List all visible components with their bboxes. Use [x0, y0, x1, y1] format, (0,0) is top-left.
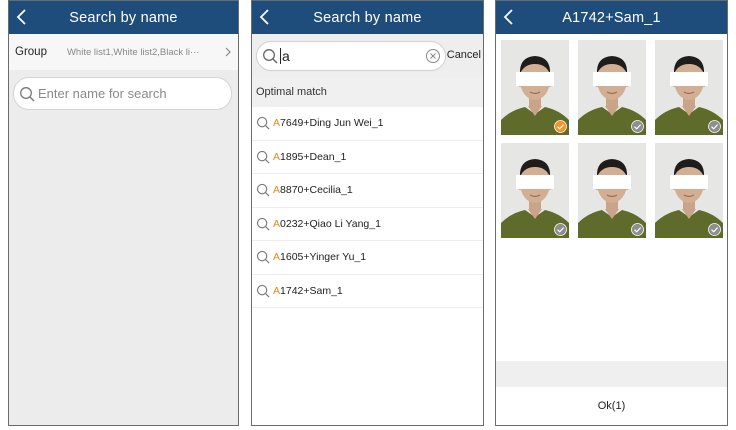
- search-icon: [263, 49, 278, 64]
- result-name: 1605+Yinger Yu_1: [280, 251, 367, 264]
- photo-tile[interactable]: [578, 40, 646, 135]
- results-list: A 7649+Ding Jun Wei_1 A 1895+Dean_1 A 8870+…: [252, 107, 483, 308]
- photo-tile[interactable]: [655, 143, 723, 238]
- page-title: Search by name: [69, 9, 178, 26]
- cancel-button[interactable]: Cancel: [447, 49, 481, 61]
- list-item[interactable]: A 1895+Dean_1: [252, 141, 483, 174]
- group-label: Group: [15, 46, 47, 58]
- list-item[interactable]: A 8870+Cecilia_1: [252, 174, 483, 208]
- checkmark-icon[interactable]: [631, 120, 644, 133]
- result-name: 0232+Qiao Li Yang_1: [280, 217, 381, 230]
- search-icon: [256, 184, 270, 197]
- result-name: 8870+Cecilia_1: [280, 184, 353, 197]
- screen-search-by-name-empty: Search by name Group White list1,White l…: [8, 0, 239, 426]
- checkmark-icon[interactable]: [554, 223, 567, 236]
- checkmark-icon[interactable]: [708, 223, 721, 236]
- search-icon: [256, 150, 270, 164]
- photo-grid: [501, 40, 723, 238]
- group-selector-row[interactable]: Group White list1,White list2,Black li··…: [9, 34, 238, 70]
- match-highlight: A: [273, 284, 281, 297]
- search-field[interactable]: a: [256, 41, 446, 71]
- screen-search-by-name-results: Search by name a Cancel Optimal match A7…: [251, 0, 484, 426]
- result-name: 1895+Dean_1: [280, 150, 347, 163]
- group-value: White list1,White list2,Black li···: [66, 46, 200, 58]
- section-header: Optimal match: [252, 77, 483, 107]
- match-highlight: A: [273, 251, 281, 264]
- search-icon: [256, 284, 270, 298]
- list-item[interactable]: A 1605+Yinger Yu_1: [252, 241, 483, 275]
- back-icon[interactable]: [258, 8, 272, 26]
- chevron-right-icon: [225, 47, 231, 57]
- photo-tile[interactable]: [578, 143, 646, 238]
- match-highlight: A: [273, 117, 281, 130]
- title-bar: A1742+Sam_1: [496, 1, 727, 34]
- ok-button[interactable]: Ok(1): [496, 387, 727, 425]
- back-icon[interactable]: [15, 8, 29, 26]
- match-highlight: A: [273, 184, 281, 197]
- spacer-bar: [496, 361, 727, 387]
- photo-tile[interactable]: [501, 40, 569, 135]
- title-bar: Search by name: [252, 1, 483, 34]
- search-input[interactable]: [38, 86, 218, 101]
- title-bar: Search by name: [9, 1, 238, 34]
- result-name: 1742+Sam_1: [280, 284, 343, 297]
- search-icon: [256, 117, 270, 130]
- search-area: a Cancel: [252, 34, 483, 77]
- screen-person-photos: A1742+Sam_1 Ok(1): [495, 0, 728, 426]
- checkmark-icon[interactable]: [554, 120, 567, 133]
- result-name: 7649+Ding Jun Wei_1: [280, 117, 384, 130]
- list-item[interactable]: A 0232+Qiao Li Yang_1: [252, 208, 483, 241]
- checkmark-icon[interactable]: [631, 223, 644, 236]
- match-highlight: A: [273, 217, 281, 230]
- checkmark-icon[interactable]: [708, 120, 721, 133]
- photo-tile[interactable]: [501, 143, 569, 238]
- list-item[interactable]: A 1742+Sam_1: [252, 275, 483, 308]
- search-icon: [256, 217, 270, 231]
- search-field[interactable]: [13, 77, 232, 110]
- clear-icon[interactable]: [425, 48, 441, 64]
- match-highlight: A: [273, 150, 281, 163]
- list-item[interactable]: A 7649+Ding Jun Wei_1: [252, 107, 483, 141]
- photo-tile[interactable]: [655, 40, 723, 135]
- search-icon: [256, 251, 270, 264]
- page-title: Search by name: [313, 9, 422, 26]
- page-title: A1742+Sam_1: [562, 9, 661, 26]
- search-input-value[interactable]: a: [280, 48, 290, 64]
- back-icon[interactable]: [502, 8, 516, 26]
- search-icon: [20, 86, 35, 101]
